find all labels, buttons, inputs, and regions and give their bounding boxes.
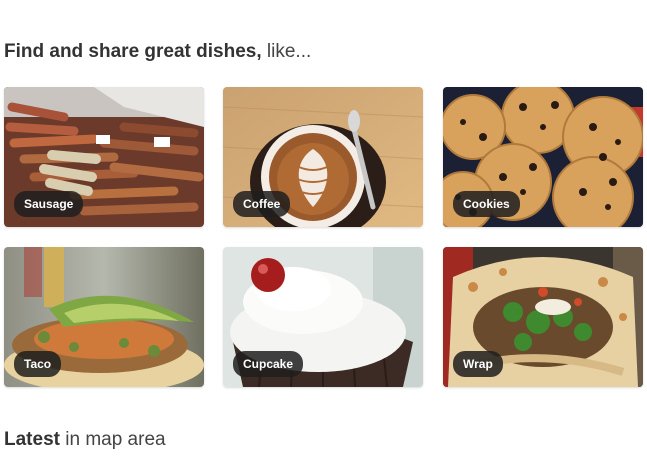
dish-label: Wrap — [453, 351, 503, 377]
latest-heading: Latest in map area — [4, 429, 166, 451]
dishes-heading: Find and share great dishes, like... — [4, 41, 311, 63]
dish-tile-cookies[interactable]: Cookies — [443, 87, 643, 227]
dish-tile-wrap[interactable]: Wrap — [443, 247, 643, 387]
dish-label: Sausage — [14, 191, 84, 217]
dish-label: Cupcake — [233, 351, 304, 377]
dishes-heading-light: like... — [261, 41, 312, 62]
dishes-heading-bold: Find and share great dishes, — [4, 41, 262, 62]
dish-tile-coffee[interactable]: Coffee — [223, 87, 423, 227]
dish-tile-taco[interactable]: Taco — [4, 247, 204, 387]
latest-heading-bold: Latest — [4, 429, 60, 450]
dish-tile-sausage[interactable]: Sausage — [4, 87, 204, 227]
dish-label: Coffee — [233, 191, 291, 217]
latest-heading-light: in map area — [59, 429, 166, 450]
dish-label: Cookies — [453, 191, 520, 217]
dish-tile-cupcake[interactable]: Cupcake — [223, 247, 423, 387]
dish-label: Taco — [14, 351, 62, 377]
